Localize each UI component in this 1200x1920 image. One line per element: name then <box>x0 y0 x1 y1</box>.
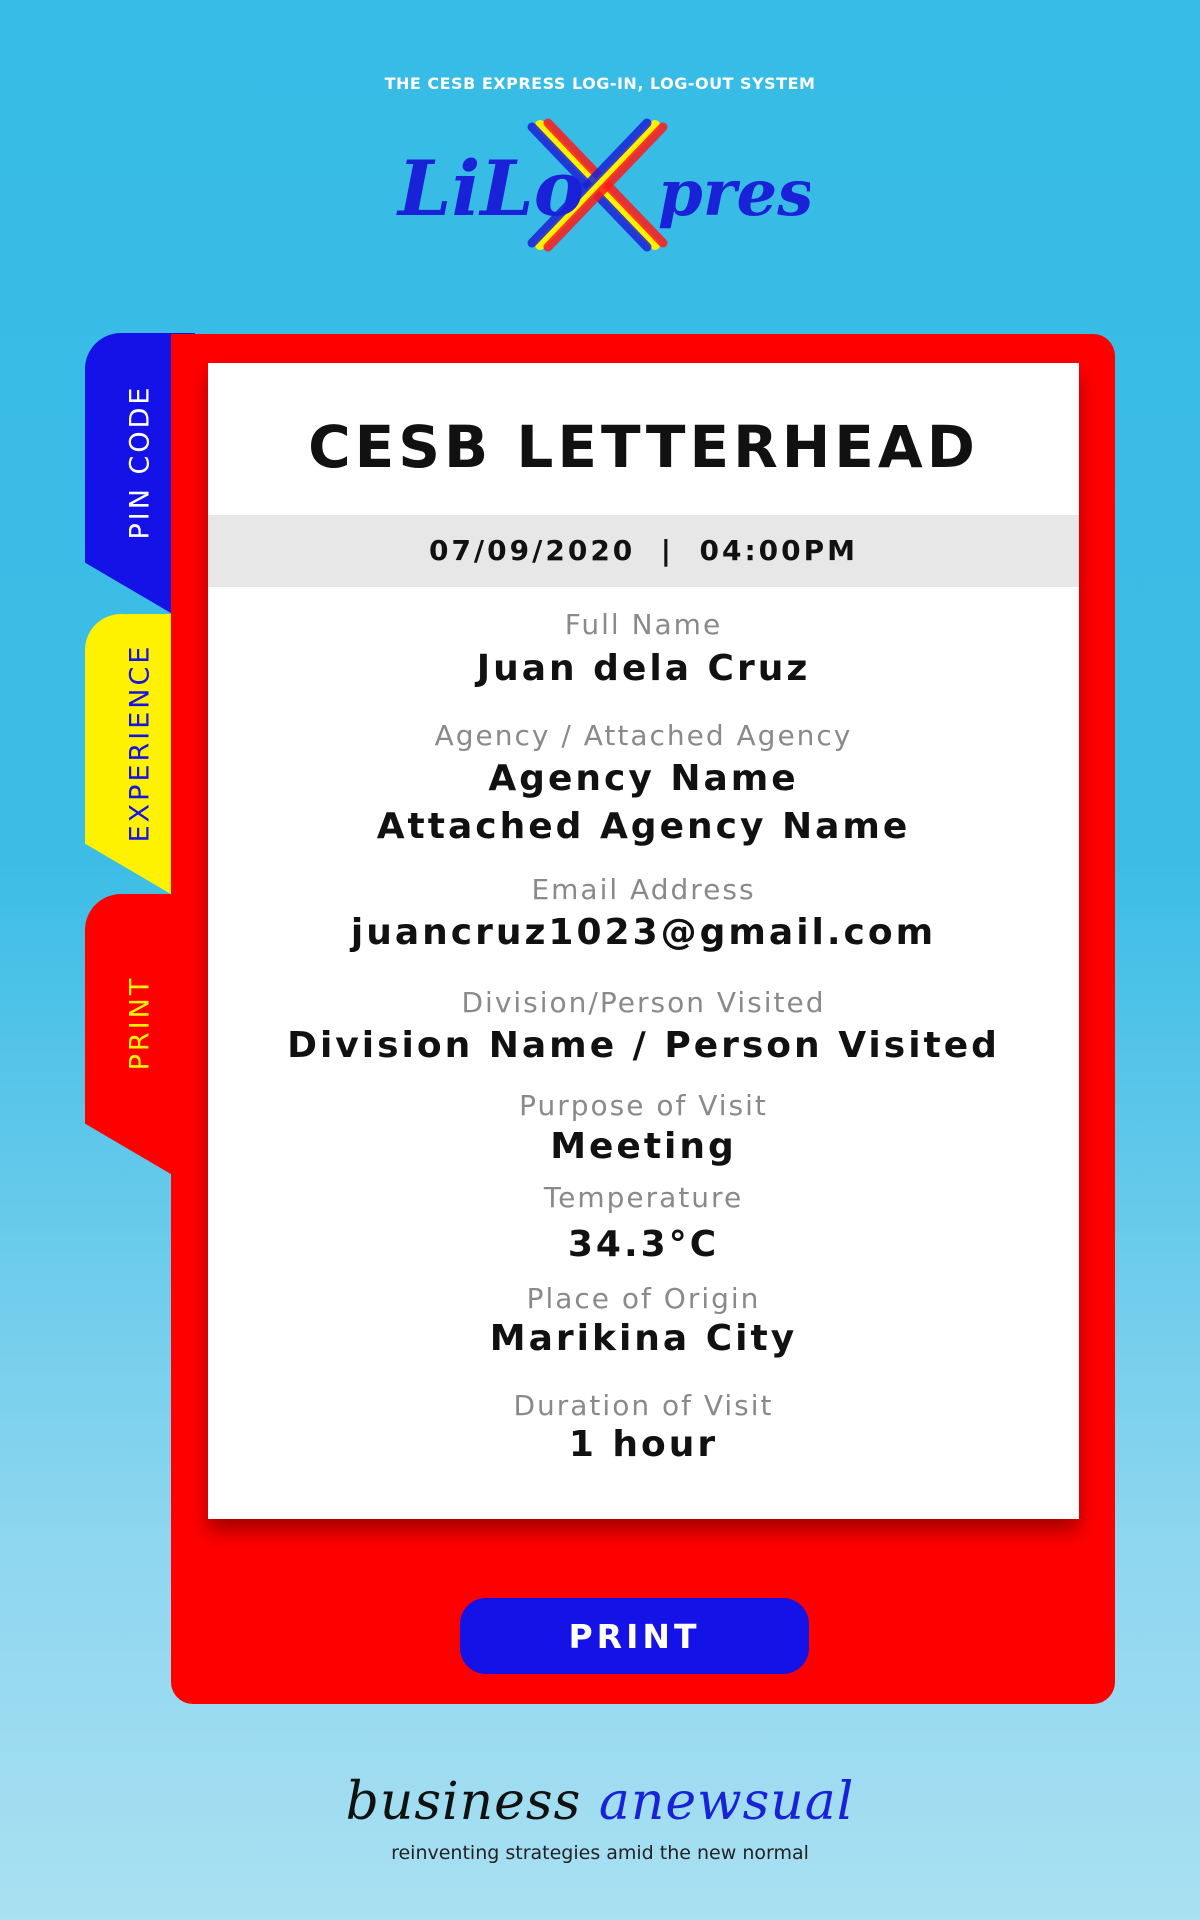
logo-text-lilo: LiLo <box>396 144 584 233</box>
tab-experience-label: EXPERIENCE <box>124 643 156 843</box>
logo-x-mark: LiLo press <box>396 118 810 252</box>
logo-text-press: press <box>658 156 810 231</box>
email-label: Email Address <box>531 873 756 906</box>
temperature-value: 34.3°C <box>567 1224 720 1265</box>
date-time-bar: 07/09/2020 | 04:00PM <box>208 515 1079 587</box>
attached-agency-value: Attached Agency Name <box>376 806 911 847</box>
footer-brand-business: business <box>345 1772 599 1832</box>
footer-tagline: reinventing strategies amid the new norm… <box>391 1842 809 1864</box>
footer-brand: business anewsual <box>0 1772 1200 1832</box>
temperature-label: Temperature <box>543 1181 744 1214</box>
tab-print[interactable]: PRINT <box>85 894 195 1174</box>
footer-brand-anewsual: anewsual <box>598 1772 855 1832</box>
full-name-label: Full Name <box>564 608 723 641</box>
print-button[interactable]: PRINT <box>460 1598 809 1674</box>
full-name-value: Juan dela Cruz <box>476 648 811 689</box>
division-label: Division/Person Visited <box>461 986 826 1019</box>
duration-value: 1 hour <box>568 1424 719 1465</box>
division-value: Division Name / Person Visited <box>287 1025 1000 1066</box>
agency-label: Agency / Attached Agency <box>434 719 853 752</box>
tab-pin-code-label: PIN CODE <box>124 384 156 540</box>
letterhead-title: CESB LETTERHEAD <box>308 413 979 481</box>
letterhead-card: CESB LETTERHEAD 07/09/2020 | 04:00PM Ful… <box>208 363 1079 1519</box>
duration-label: Duration of Visit <box>513 1389 774 1422</box>
purpose-label: Purpose of Visit <box>519 1089 768 1122</box>
purpose-value: Meeting <box>550 1126 737 1167</box>
origin-value: Marikina City <box>489 1318 798 1359</box>
agency-value: Agency Name <box>488 758 799 799</box>
origin-label: Place of Origin <box>526 1282 761 1315</box>
tab-print-label: PRINT <box>124 975 156 1071</box>
email-value: juancruz1023@gmail.com <box>350 912 937 953</box>
system-tagline: THE CESB EXPRESS LOG-IN, LOG-OUT SYSTEM <box>384 74 816 93</box>
lilo-xpress-logo: LiLo press <box>390 115 810 255</box>
